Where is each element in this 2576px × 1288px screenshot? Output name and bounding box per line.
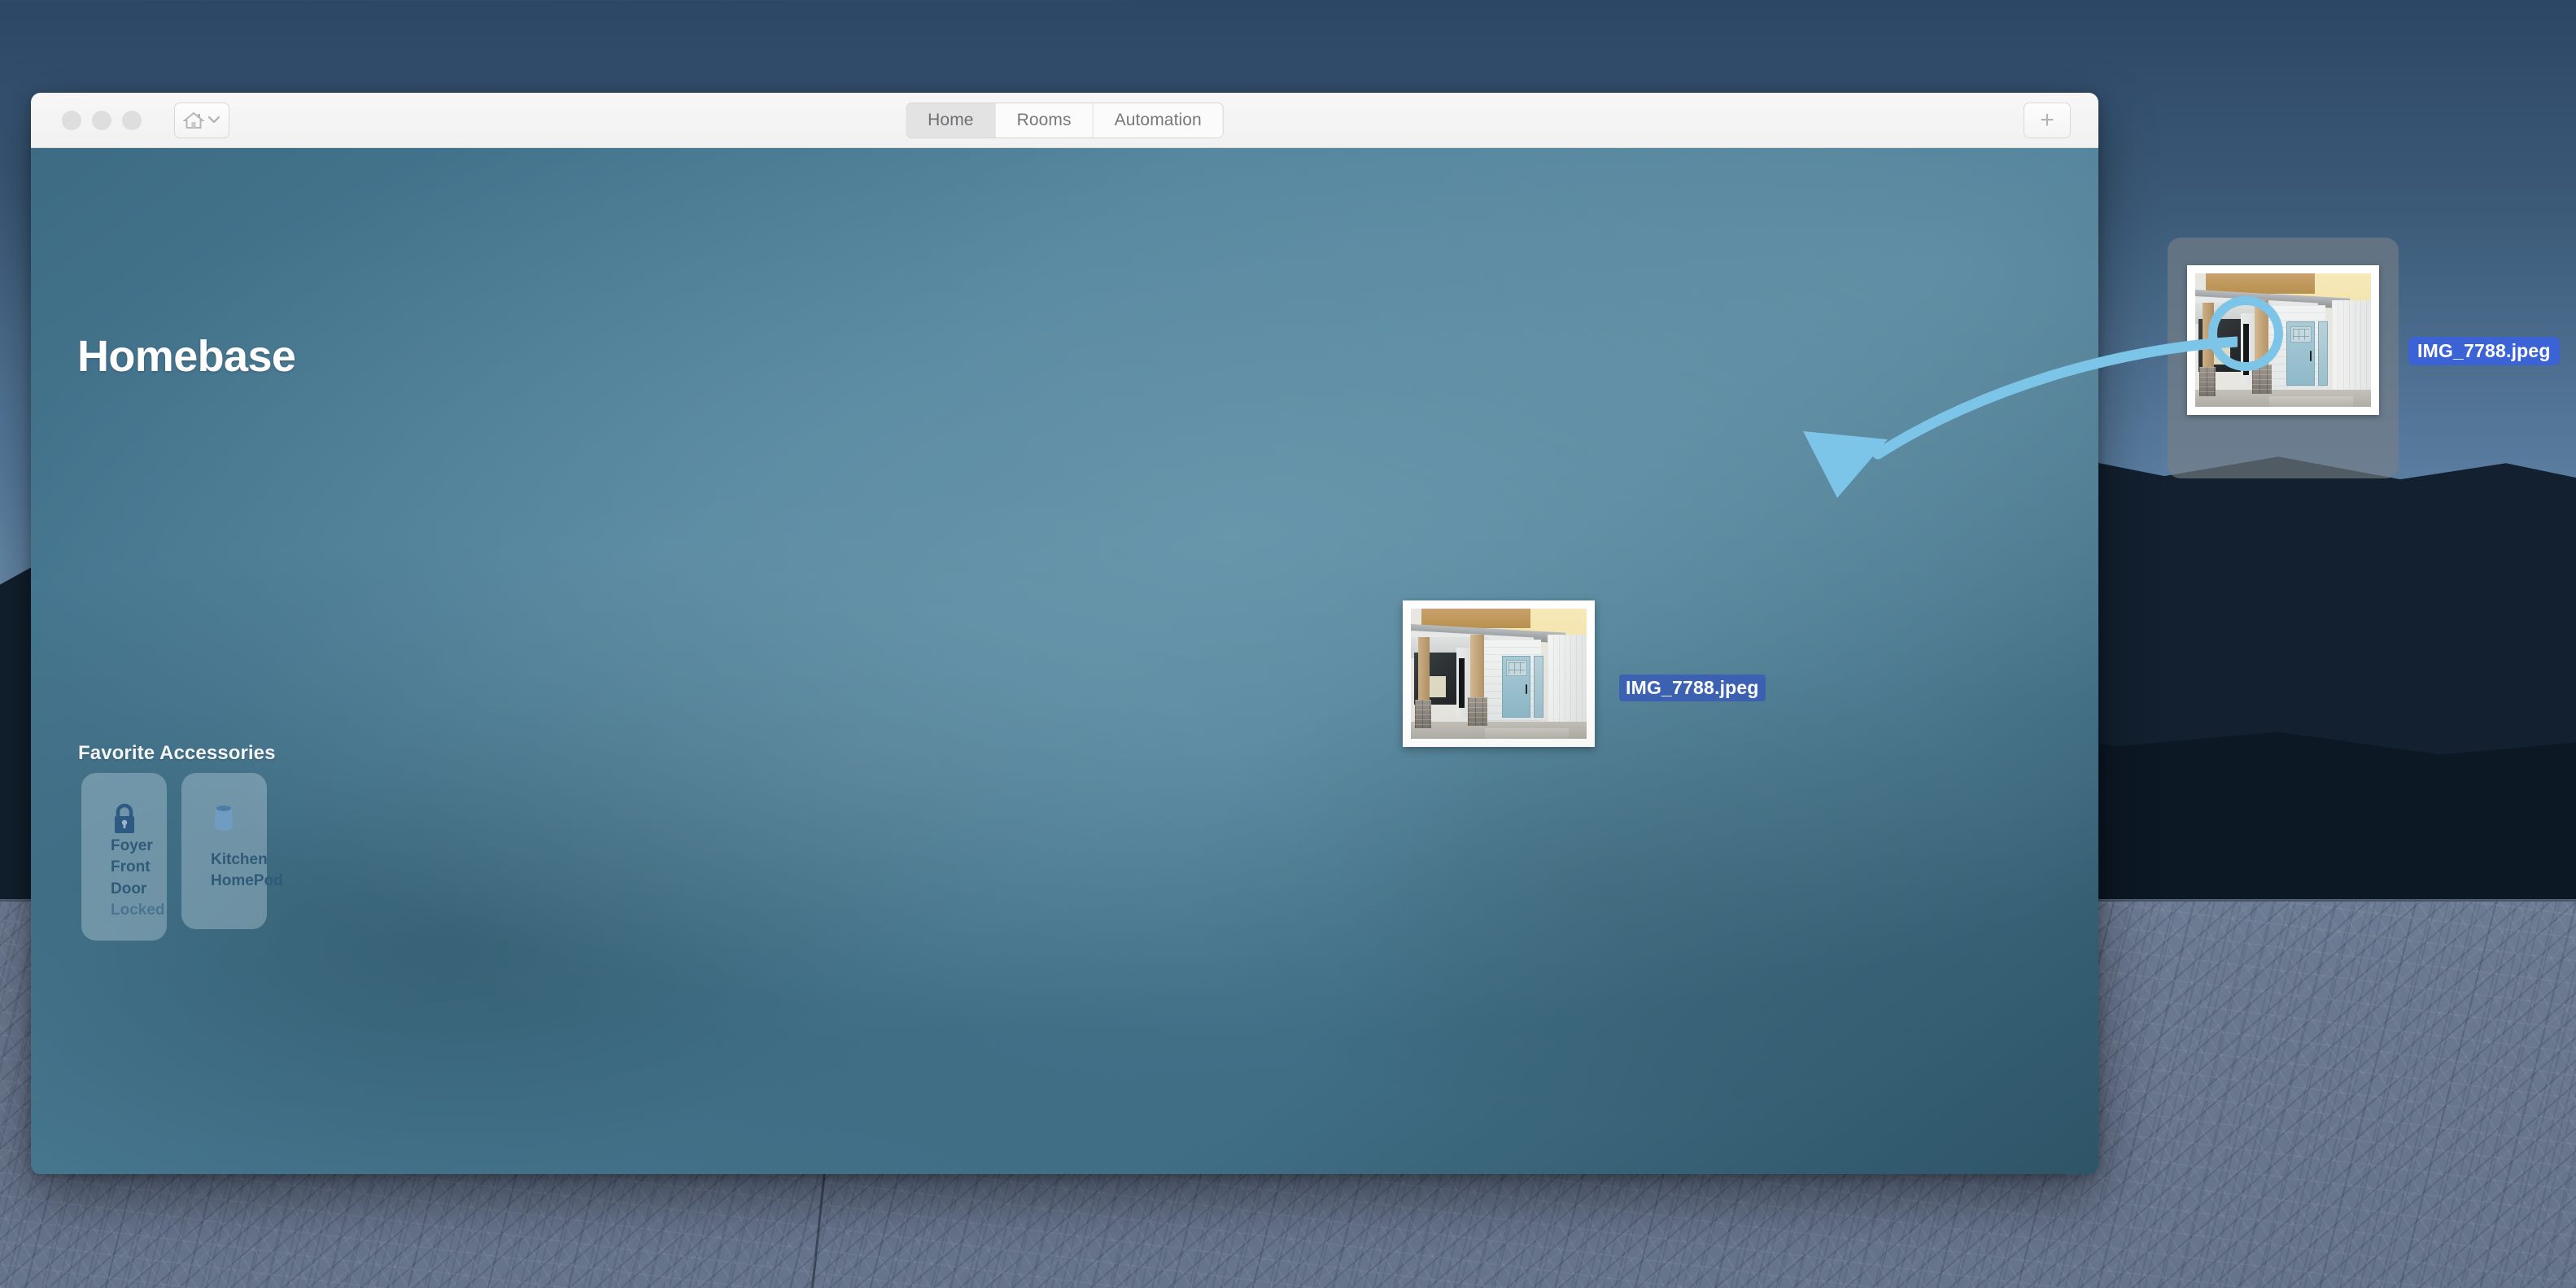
accessory-name: Front Door xyxy=(111,858,151,897)
accessory-state: Locked xyxy=(111,901,165,919)
accessory-tile-text: Kitchen HomePod xyxy=(211,849,283,892)
traffic-lights xyxy=(62,110,142,130)
desktop-file-icon[interactable] xyxy=(2168,238,2399,478)
accessory-room: Kitchen xyxy=(211,850,268,868)
tab-home[interactable]: Home xyxy=(906,103,996,138)
accessory-room: Foyer xyxy=(111,837,153,855)
minimize-button[interactable] xyxy=(92,110,111,130)
home-selector-button[interactable] xyxy=(174,102,229,138)
lock-closed-icon xyxy=(111,802,138,839)
dragged-file-thumbnail xyxy=(1403,600,1595,747)
page-title: Homebase xyxy=(77,332,296,381)
home-app-window[interactable]: Home Rooms Automation + Homebase Favorit… xyxy=(31,93,2098,1174)
home-canvas: Homebase Favorite Accessories Foyer Fron… xyxy=(31,148,2098,1174)
highlight-circle-icon xyxy=(2208,296,2283,371)
window-titlebar: Home Rooms Automation + xyxy=(31,93,2098,148)
add-accessory-button[interactable]: + xyxy=(2024,102,2071,138)
dragged-file-ghost[interactable]: IMG_7788.jpeg xyxy=(1403,600,1766,747)
accessory-name: HomePod xyxy=(211,871,283,889)
tab-automation[interactable]: Automation xyxy=(1093,103,1223,138)
homepod-icon xyxy=(211,802,237,839)
zoom-button[interactable] xyxy=(122,110,142,130)
house-porch-photo xyxy=(1411,609,1587,739)
close-button[interactable] xyxy=(62,110,81,130)
favorite-accessories-heading: Favorite Accessories xyxy=(78,742,276,764)
accessory-tile-homepod[interactable]: Kitchen HomePod xyxy=(181,773,283,929)
favorite-accessories-list: Foyer Front Door Locked Kitchen HomePod xyxy=(81,773,283,941)
dragged-file-label: IMG_7788.jpeg xyxy=(1619,675,1766,701)
desktop-file-label: IMG_7788.jpeg xyxy=(2408,337,2560,365)
tab-rooms[interactable]: Rooms xyxy=(995,103,1094,138)
house-icon xyxy=(183,111,204,130)
accessory-tile-front-door[interactable]: Foyer Front Door Locked xyxy=(81,773,167,941)
accessory-tile-text: Foyer Front Door Locked xyxy=(111,836,167,921)
view-segmented-control[interactable]: Home Rooms Automation xyxy=(906,102,1224,138)
chevron-down-icon xyxy=(207,116,220,124)
